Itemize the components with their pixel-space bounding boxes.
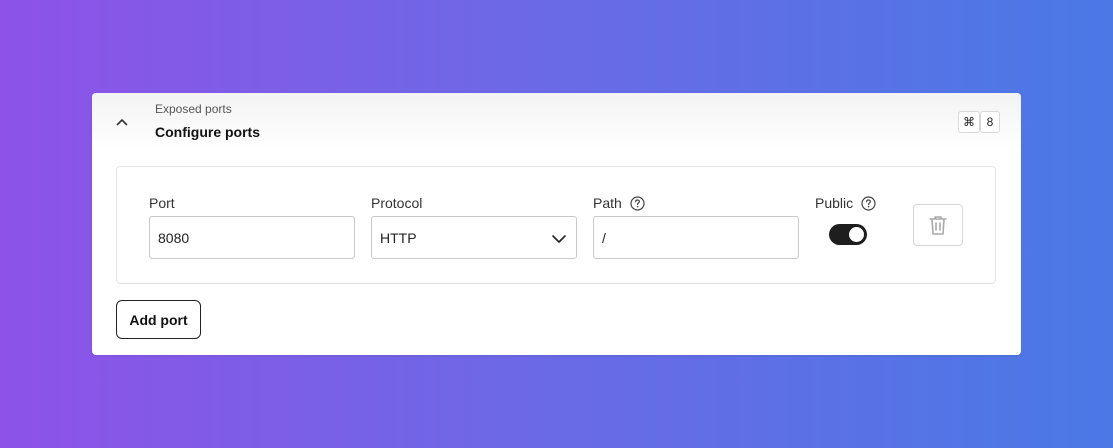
port-label: Port (149, 195, 175, 211)
path-label: Path (593, 195, 645, 211)
ports-card: Exposed ports Configure ports ⌘ 8 Port P… (92, 93, 1021, 355)
chevron-down-icon (552, 235, 566, 243)
section-title: Configure ports (155, 124, 260, 140)
delete-port-button[interactable] (913, 204, 963, 246)
path-label-text: Path (593, 195, 622, 211)
protocol-label-text: Protocol (371, 195, 423, 211)
path-help-icon[interactable] (630, 195, 645, 211)
port-input[interactable] (149, 216, 355, 259)
section-subtitle: Exposed ports (155, 102, 232, 116)
trash-icon (929, 216, 947, 235)
port-row: Port Protocol HTTP Path (116, 166, 996, 284)
public-toggle[interactable] (829, 224, 867, 245)
toggle-knob (849, 227, 864, 242)
shortcut-key: 8 (980, 111, 1000, 133)
path-input[interactable] (593, 216, 799, 259)
shortcut-modifier-key: ⌘ (958, 111, 980, 133)
card-header: Exposed ports Configure ports ⌘ 8 (92, 93, 1021, 151)
chevron-up-icon (116, 119, 128, 126)
port-label-text: Port (149, 195, 175, 211)
public-label-text: Public (815, 195, 854, 211)
collapse-button[interactable] (112, 112, 132, 132)
public-help-icon[interactable] (861, 195, 876, 211)
protocol-select[interactable]: HTTP (371, 216, 577, 259)
protocol-label: Protocol (371, 195, 422, 211)
protocol-selected-value: HTTP (380, 229, 417, 246)
add-port-button[interactable]: Add port (116, 300, 201, 339)
public-label: Public (815, 195, 876, 211)
